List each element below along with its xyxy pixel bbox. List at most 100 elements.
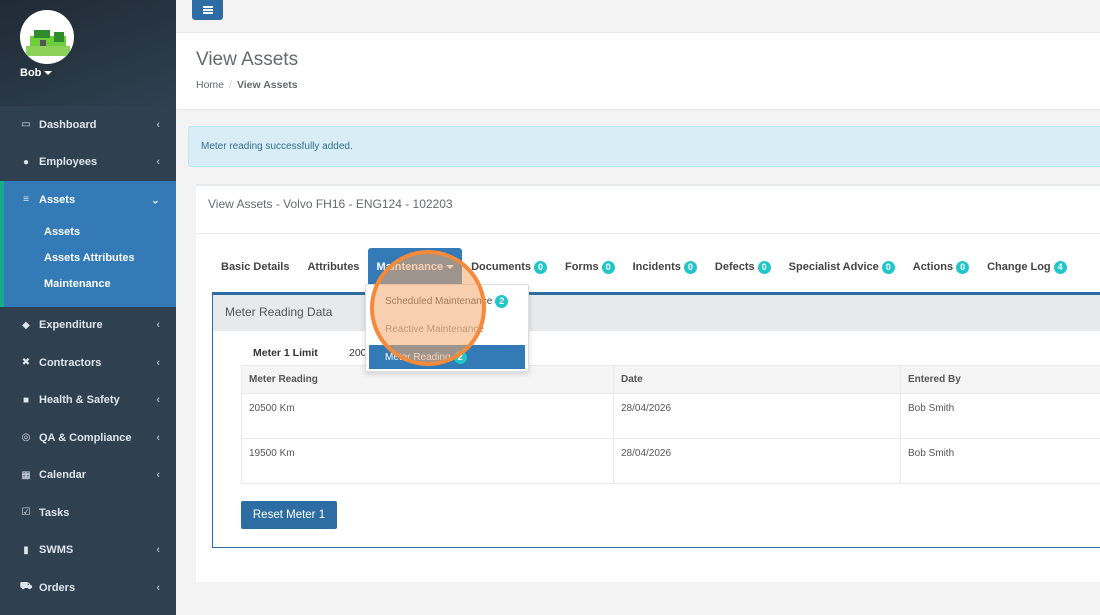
count-badge: 0 [757, 260, 771, 274]
table-cell: 28/04/2026 [613, 438, 901, 484]
tab-label: Incidents [632, 261, 681, 273]
breadcrumb-home[interactable]: Home [196, 79, 224, 91]
sidebar-item-label: Calendar [39, 469, 87, 482]
table-cell: 28/04/2026 [613, 393, 901, 439]
medkit-icon: ■ [22, 394, 30, 406]
sidebar-item-label: QA & Compliance [39, 431, 132, 444]
sidebar-item-dashboard[interactable]: ▭ Dashboard ‹ [0, 106, 176, 144]
user-name: Bob [20, 67, 42, 79]
tab-defects[interactable]: Defects 0 [706, 248, 780, 286]
top-bar [176, 0, 1100, 33]
sidebar-item-employees[interactable]: ● Employees ‹ [0, 144, 176, 182]
sidebar-item-qa-compliance[interactable]: ◎ QA & Compliance ‹ [0, 419, 176, 457]
dropdown-item-label: Meter Reading [385, 351, 451, 363]
dropdown-item-reactive-maintenance[interactable]: Reactive Maintenance [369, 317, 525, 341]
maintenance-dropdown: Scheduled Maintenance 2 Reactive Maintena… [365, 284, 529, 372]
sidebar-item-label: Employees [39, 156, 98, 169]
breadcrumb: Home / View Assets [196, 79, 298, 91]
dropdown-item-label: Scheduled Maintenance [385, 295, 493, 307]
sidebar-item-assets[interactable]: ≡ Assets ⌄ [4, 181, 176, 219]
tab-actions[interactable]: Actions 0 [904, 248, 978, 286]
sidebar-item-contractors[interactable]: ✖ Contractors ‹ [0, 344, 176, 382]
tab-maintenance[interactable]: Maintenance [368, 248, 463, 286]
assets-submenu: Assets Assets Attributes Maintenance [4, 219, 176, 307]
sidebar-item-label: Expenditure [39, 319, 103, 332]
chevron-left-icon: ‹ [156, 469, 160, 482]
tab-incidents[interactable]: Incidents 0 [624, 248, 706, 286]
column-header[interactable]: Entered By [900, 365, 1100, 394]
tab-documents[interactable]: Documents 0 [462, 248, 556, 286]
tab-label: Maintenance [376, 261, 444, 273]
tab-label: Basic Details [221, 261, 290, 273]
sidebar-item-label: SWMS [39, 544, 74, 557]
alert-text: Meter reading successfully added. [201, 141, 353, 152]
table-cell: 19500 Km [241, 438, 614, 484]
sidebar-item-orders[interactable]: ⛟ Orders ‹ [0, 569, 176, 607]
page-title: View Assets [196, 49, 299, 70]
reset-meter-button[interactable]: Reset Meter 1 [241, 501, 337, 529]
submenu-item-assets[interactable]: Assets [4, 219, 176, 245]
table-cell: Bob Smith [900, 393, 1100, 439]
asset-tabs: Basic Details Attributes Maintenance Doc… [212, 248, 1076, 286]
checkbox-icon: ☑ [21, 507, 31, 519]
menu-toggle-button[interactable] [192, 0, 223, 20]
count-badge: 2 [495, 294, 509, 308]
panel-title: View Assets - Volvo FH16 - ENG124 - 1022… [196, 186, 1100, 234]
tab-basic-details[interactable]: Basic Details [212, 248, 298, 286]
submenu-item-maintenance[interactable]: Maintenance [4, 271, 176, 297]
profile-section: Bob [0, 0, 176, 106]
hamburger-icon [202, 6, 213, 14]
chevron-left-icon: ‹ [156, 544, 160, 557]
chevron-left-icon: ‹ [156, 394, 160, 407]
tab-label: Specialist Advice [788, 261, 879, 273]
meter-limit-row: Meter 1 Limit 200 [253, 347, 367, 359]
sidebar-item-swms[interactable]: ▮ SWMS ‹ [0, 532, 176, 570]
sidebar-nav: ▭ Dashboard ‹ ● Employees ‹ ≡ Assets ⌄ A… [0, 106, 176, 607]
tab-specialist-advice[interactable]: Specialist Advice 0 [780, 248, 904, 286]
list-icon: ≡ [23, 194, 29, 206]
sidebar-item-expenditure[interactable]: ◆ Expenditure ‹ [0, 307, 176, 345]
submenu-item-assets-attributes[interactable]: Assets Attributes [4, 245, 176, 271]
tab-label: Change Log [987, 261, 1051, 273]
sidebar-item-label: Dashboard [39, 118, 97, 131]
dropdown-item-label: Reactive Maintenance [385, 323, 484, 335]
success-alert: Meter reading successfully added. [188, 126, 1100, 167]
breadcrumb-separator: / [229, 79, 232, 91]
count-badge: 0 [601, 260, 615, 274]
tab-change-log[interactable]: Change Log 4 [978, 248, 1076, 286]
sidebar-item-health-safety[interactable]: ■ Health & Safety ‹ [0, 382, 176, 420]
avatar[interactable] [20, 10, 74, 64]
tab-label: Documents [471, 261, 531, 273]
count-badge: 0 [956, 260, 970, 274]
tab-attributes[interactable]: Attributes [298, 248, 368, 286]
sidebar-item-label: Orders [39, 581, 76, 594]
sidebar-item-tasks[interactable]: ☑ Tasks [0, 494, 176, 532]
calendar-icon: ▦ [21, 469, 31, 481]
meter-limit-value: 200 [349, 347, 367, 359]
user-menu-toggle[interactable]: Bob [20, 67, 53, 79]
table-cell: 20500 Km [241, 393, 614, 439]
dropdown-item-meter-reading[interactable]: Meter Reading 2 [369, 345, 525, 369]
sidebar-item-label: Contractors [39, 356, 102, 369]
tab-label: Attributes [307, 261, 360, 273]
tag-icon: ◆ [22, 319, 30, 331]
chevron-left-icon: ‹ [156, 581, 160, 594]
sidebar-item-label: Health & Safety [39, 394, 120, 407]
meter-limit-label: Meter 1 Limit [253, 347, 318, 359]
tab-label: Defects [714, 261, 755, 273]
truck-icon: ▮ [23, 544, 29, 556]
tab-forms[interactable]: Forms 0 [556, 248, 624, 286]
user-icon: ● [22, 156, 30, 168]
table-row: 20500 Km 28/04/2026 Bob Smith [241, 393, 1100, 439]
meter-reading-content: Meter Reading Data Meter 1 Limit 200 Met… [212, 292, 1100, 548]
content-title: Meter Reading Data [213, 295, 1100, 331]
count-badge: 4 [1053, 260, 1067, 274]
chevron-left-icon: ‹ [156, 156, 160, 169]
caret-down-icon [446, 265, 455, 269]
sidebar-item-calendar[interactable]: ▦ Calendar ‹ [0, 457, 176, 495]
column-header[interactable]: Date [613, 365, 901, 394]
dropdown-item-scheduled-maintenance[interactable]: Scheduled Maintenance 2 [369, 289, 525, 313]
sidebar-item-label: Assets [39, 193, 76, 206]
count-badge: 2 [453, 350, 467, 364]
count-badge: 0 [881, 260, 895, 274]
